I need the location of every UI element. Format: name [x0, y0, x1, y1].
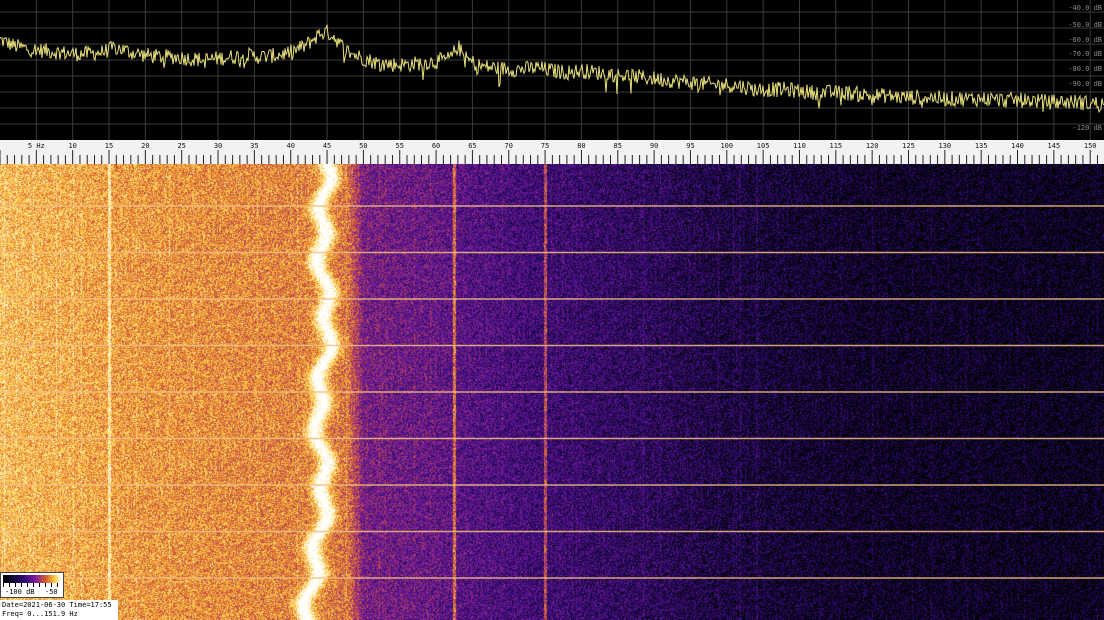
- color-scale-ticks: [3, 583, 61, 587]
- ruler-tick-label: 75: [541, 142, 549, 150]
- ruler-tick-label: 25: [177, 142, 185, 150]
- ruler-tick-label: 65: [468, 142, 476, 150]
- ruler-tick-label: 95: [686, 142, 694, 150]
- color-scale-gradient: [3, 575, 61, 583]
- spectrum-y-tick-label: -50.0 dB: [1068, 21, 1102, 29]
- ruler-tick-label: 10: [68, 142, 76, 150]
- spectrum-y-tick-label: -40.0 dB: [1068, 4, 1102, 12]
- scale-min-label: -100 dB: [5, 588, 35, 596]
- ruler-tick-label: 60: [432, 142, 440, 150]
- ruler-tick-label: 50: [359, 142, 367, 150]
- frequency-ruler: 5 Hz 10 15 20 25 30 35 40 45 50 55 60 65 70 75 80 85 90 95…: [0, 140, 1104, 164]
- ruler-tick-label: 130: [939, 142, 952, 150]
- ruler-tick-label: 105: [757, 142, 770, 150]
- ruler-tick-label: 85: [614, 142, 622, 150]
- spectrum-y-tick-label: -90.0 dB: [1068, 80, 1102, 88]
- waterfall-time-markers: [0, 205, 1104, 579]
- ruler-tick-label: 150: [1084, 142, 1097, 150]
- ruler-tick-label: 140: [1011, 142, 1024, 150]
- date-label: Date=2021-06-30: [2, 601, 66, 609]
- spectrum-y-tick-label: -120 dB: [1072, 124, 1102, 132]
- ruler-tick-label: 115: [829, 142, 842, 150]
- ruler-tick-label: 110: [793, 142, 806, 150]
- ruler-tick-label: 45: [323, 142, 331, 150]
- spectrum-y-tick-label: -70.0 dB: [1068, 50, 1102, 58]
- ruler-tick-labels: 5 Hz 10 15 20 25 30 35 40 45 50 55 60 65 70 75 80 85 90 95…: [28, 142, 1097, 150]
- spectrum-grid: [0, 0, 1104, 140]
- color-scale-legend: -100 dB -50: [0, 572, 64, 598]
- ruler-tick-label: 35: [250, 142, 258, 150]
- ruler-tick-label: 5 Hz: [28, 142, 45, 150]
- spectrum-y-tick-label: -60.0 dB: [1068, 36, 1102, 44]
- time-label: Time=17:55: [69, 601, 112, 609]
- info-panel: Date=2021-06-30 Time=17:55 Freq= 0...151…: [0, 600, 118, 620]
- ruler-tick-label: 100: [720, 142, 733, 150]
- ruler-tick-label: 90: [650, 142, 658, 150]
- ruler-tick-label: 55: [396, 142, 404, 150]
- spectrum-series-line: [0, 24, 1104, 114]
- date-time-line: Date=2021-06-30 Time=17:55: [2, 601, 112, 610]
- spectrum-y-tick-label: -80.0 dB: [1068, 65, 1102, 73]
- spectrum-plot: -40.0 dB -50.0 dB -60.0 dB -70.0 dB -80.0 dB…: [0, 0, 1104, 140]
- spectrum-y-tick-labels: -40.0 dB -50.0 dB -60.0 dB -70.0 dB -80.0 dB…: [1068, 4, 1102, 132]
- ruler-tick-label: 20: [141, 142, 149, 150]
- ruler-tick-label: 30: [214, 142, 222, 150]
- ruler-tick-label: 15: [105, 142, 113, 150]
- ruler-tick-label: 135: [975, 142, 988, 150]
- ruler-tick-label: 145: [1048, 142, 1061, 150]
- ruler-tick-label: 120: [866, 142, 879, 150]
- ruler-tick-label: 125: [902, 142, 915, 150]
- frequency-range-label: Freq= 0...151.9 Hz: [2, 610, 78, 618]
- ruler-tick-label: 40: [286, 142, 294, 150]
- ruler-tick-label: 80: [577, 142, 585, 150]
- scale-max-label: -50: [45, 588, 58, 596]
- ruler-ticks: [0, 150, 1098, 164]
- ruler-tick-label: 70: [505, 142, 513, 150]
